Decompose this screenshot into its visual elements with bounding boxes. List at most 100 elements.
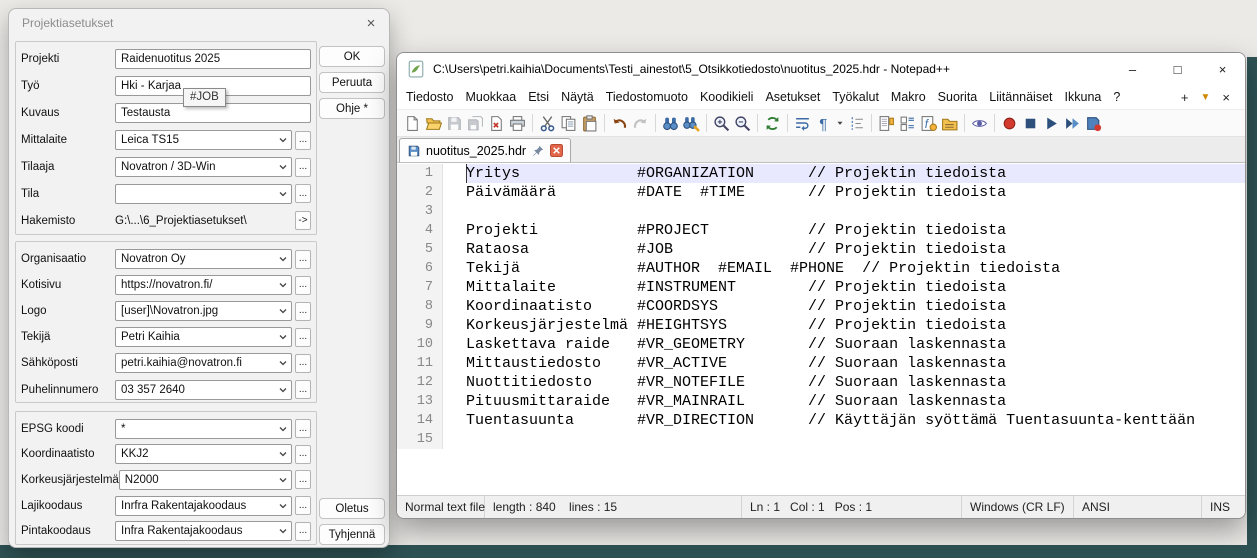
editor-line-7[interactable]: 7Mittalaite #INSTRUMENT // Projektin tie… — [397, 278, 1245, 297]
menu-liitannaiset[interactable]: Liitännäiset — [983, 87, 1058, 107]
menu-ikkuna[interactable]: Ikkuna — [1059, 87, 1108, 107]
maximize-button[interactable]: □ — [1155, 53, 1200, 85]
new-tab-button[interactable]: + — [1175, 90, 1195, 105]
korkeusjarjestelma-combobox[interactable]: N2000 — [119, 470, 292, 490]
zoom-out-icon[interactable] — [732, 112, 753, 134]
menu-koodikieli[interactable]: Koodikieli — [694, 87, 760, 107]
tilaaja-browse-button[interactable]: ... — [295, 158, 311, 177]
mittalaite-combobox[interactable]: Leica TS15 — [115, 130, 292, 150]
editor-line-3[interactable]: 3 — [397, 202, 1245, 221]
sync-icon[interactable] — [762, 112, 783, 134]
macro-stop-icon[interactable] — [1020, 112, 1041, 134]
menu-tiedostomuoto[interactable]: Tiedostomuoto — [600, 87, 694, 107]
cut-icon[interactable] — [537, 112, 558, 134]
editor-line-15[interactable]: 15 — [397, 430, 1245, 449]
close-button[interactable]: × — [1200, 53, 1245, 85]
macro-save-icon[interactable] — [1083, 112, 1104, 134]
doc-map-icon[interactable] — [876, 112, 897, 134]
clear-button[interactable]: Tyhjennä — [319, 524, 385, 545]
tekija-browse-button[interactable]: ... — [295, 328, 311, 347]
ok-button[interactable]: OK — [319, 46, 385, 67]
defaults-button[interactable]: Oletus — [319, 498, 385, 519]
dialog-titlebar[interactable]: Projektiasetukset × — [9, 9, 389, 37]
logo-combobox[interactable]: [user]\Novatron.jpg — [115, 301, 292, 321]
function-list-icon[interactable]: f — [918, 112, 939, 134]
folder-workspace-icon[interactable] — [939, 112, 960, 134]
menu-help[interactable]: ? — [1107, 87, 1126, 107]
puhelinnumero-browse-button[interactable]: ... — [295, 380, 311, 399]
replace-icon[interactable] — [681, 112, 702, 134]
lajikoodaus-combobox[interactable]: Inrfra Rakentajakoodaus — [115, 496, 292, 516]
menu-suorita[interactable]: Suorita — [932, 87, 984, 107]
macro-play-icon[interactable] — [1041, 112, 1062, 134]
projekti-input[interactable]: Raidenuotitus 2025 — [115, 49, 311, 69]
editor-line-2[interactable]: 2Päivämäärä #DATE #TIME // Projektin tie… — [397, 183, 1245, 202]
epsg-koodi-browse-button[interactable]: ... — [295, 419, 311, 438]
menu-etsi[interactable]: Etsi — [522, 87, 555, 107]
status-eol-format[interactable]: Windows (CR LF) — [962, 496, 1074, 518]
editor-line-9[interactable]: 9Korkeusjärjestelmä #HEIGHTSYS // Projek… — [397, 316, 1245, 335]
doc-list-icon[interactable] — [897, 112, 918, 134]
koordinaatisto-browse-button[interactable]: ... — [295, 445, 311, 464]
editor-line-10[interactable]: 10Laskettava raide #VR_GEOMETRY // Suora… — [397, 335, 1245, 354]
copy-icon[interactable] — [558, 112, 579, 134]
status-typing-mode[interactable]: INS — [1202, 496, 1245, 518]
status-encoding[interactable]: ANSI — [1074, 496, 1202, 518]
indent-guide-icon[interactable] — [846, 112, 867, 134]
pintakoodaus-browse-button[interactable]: ... — [295, 522, 311, 541]
tila-browse-button[interactable]: ... — [295, 184, 311, 203]
mittalaite-browse-button[interactable]: ... — [295, 131, 311, 150]
editor-line-5[interactable]: 5Rataosa #JOB // Projektin tiedoista — [397, 240, 1245, 259]
kotisivu-combobox[interactable]: https://novatron.fi/ — [115, 275, 292, 295]
new-file-icon[interactable] — [402, 112, 423, 134]
editor-tab[interactable]: nuotitus_2025.hdr — [399, 138, 571, 162]
sahkoposti-browse-button[interactable]: ... — [295, 354, 311, 373]
close-file-icon[interactable] — [486, 112, 507, 134]
puhelinnumero-combobox[interactable]: 03 357 2640 — [115, 380, 292, 400]
menu-tiedosto[interactable]: Tiedosto — [400, 87, 459, 107]
korkeusjarjestelma-browse-button[interactable]: ... — [295, 470, 311, 489]
print-icon[interactable] — [507, 112, 528, 134]
lajikoodaus-browse-button[interactable]: ... — [295, 496, 311, 515]
organisaatio-combobox[interactable]: Novatron Oy — [115, 249, 292, 269]
menu-nayta[interactable]: Näytä — [555, 87, 600, 107]
menu-close-button[interactable]: × — [1216, 90, 1236, 105]
organisaatio-browse-button[interactable]: ... — [295, 250, 311, 269]
kotisivu-browse-button[interactable]: ... — [295, 276, 311, 295]
editor-line-12[interactable]: 12Nuottitiedosto #VR_NOTEFILE // Suoraan… — [397, 373, 1245, 392]
hakemisto-open-button[interactable]: -> — [295, 211, 311, 230]
help-button[interactable]: Ohje * — [319, 98, 385, 119]
monitoring-icon[interactable] — [969, 112, 990, 134]
pin-icon[interactable] — [531, 144, 545, 158]
menu-asetukset[interactable]: Asetukset — [759, 87, 826, 107]
word-wrap-icon[interactable] — [792, 112, 813, 134]
koordinaatisto-combobox[interactable]: KKJ2 — [115, 444, 292, 464]
tab-close-icon[interactable] — [550, 144, 563, 157]
undo-icon[interactable] — [609, 112, 630, 134]
editor-line-11[interactable]: 11Mittaustiedosto #VR_ACTIVE // Suoraan … — [397, 354, 1245, 373]
open-file-icon[interactable] — [423, 112, 444, 134]
macro-record-icon[interactable] — [999, 112, 1020, 134]
zoom-in-icon[interactable] — [711, 112, 732, 134]
tilaaja-combobox[interactable]: Novatron / 3D-Win — [115, 157, 292, 177]
epsg-koodi-combobox[interactable]: * — [115, 419, 292, 439]
macro-run-icon[interactable] — [1062, 112, 1083, 134]
paste-icon[interactable] — [579, 112, 600, 134]
editor-line-8[interactable]: 8Koordinaatisto #COORDSYS // Projektin t… — [397, 297, 1245, 316]
editor-line-13[interactable]: 13Pituusmittaraide #VR_MAINRAIL // Suora… — [397, 392, 1245, 411]
notepad-titlebar[interactable]: C:\Users\petri.kaihia\Documents\Testi_ai… — [397, 53, 1245, 85]
dialog-close-icon[interactable]: × — [353, 15, 389, 32]
cancel-button[interactable]: Peruuta — [319, 72, 385, 93]
find-icon[interactable] — [660, 112, 681, 134]
editor-line-1[interactable]: 1Yritys #ORGANIZATION // Projektin tiedo… — [397, 164, 1245, 183]
menu-makro[interactable]: Makro — [885, 87, 932, 107]
show-symbols-icon[interactable]: ¶ — [813, 112, 834, 134]
editor[interactable]: 1Yritys #ORGANIZATION // Projektin tiedo… — [397, 163, 1245, 495]
minimize-button[interactable]: – — [1110, 53, 1155, 85]
caret-down-icon[interactable] — [834, 112, 846, 134]
editor-line-14[interactable]: 14Tuentasuunta #VR_DIRECTION // Käyttäjä… — [397, 411, 1245, 430]
sahkoposti-combobox[interactable]: petri.kaihia@novatron.fi — [115, 353, 292, 373]
tila-combobox[interactable] — [115, 184, 292, 204]
tekija-combobox[interactable]: Petri Kaihia — [115, 327, 292, 347]
pintakoodaus-combobox[interactable]: Infra Rakentajakoodaus — [115, 521, 292, 541]
